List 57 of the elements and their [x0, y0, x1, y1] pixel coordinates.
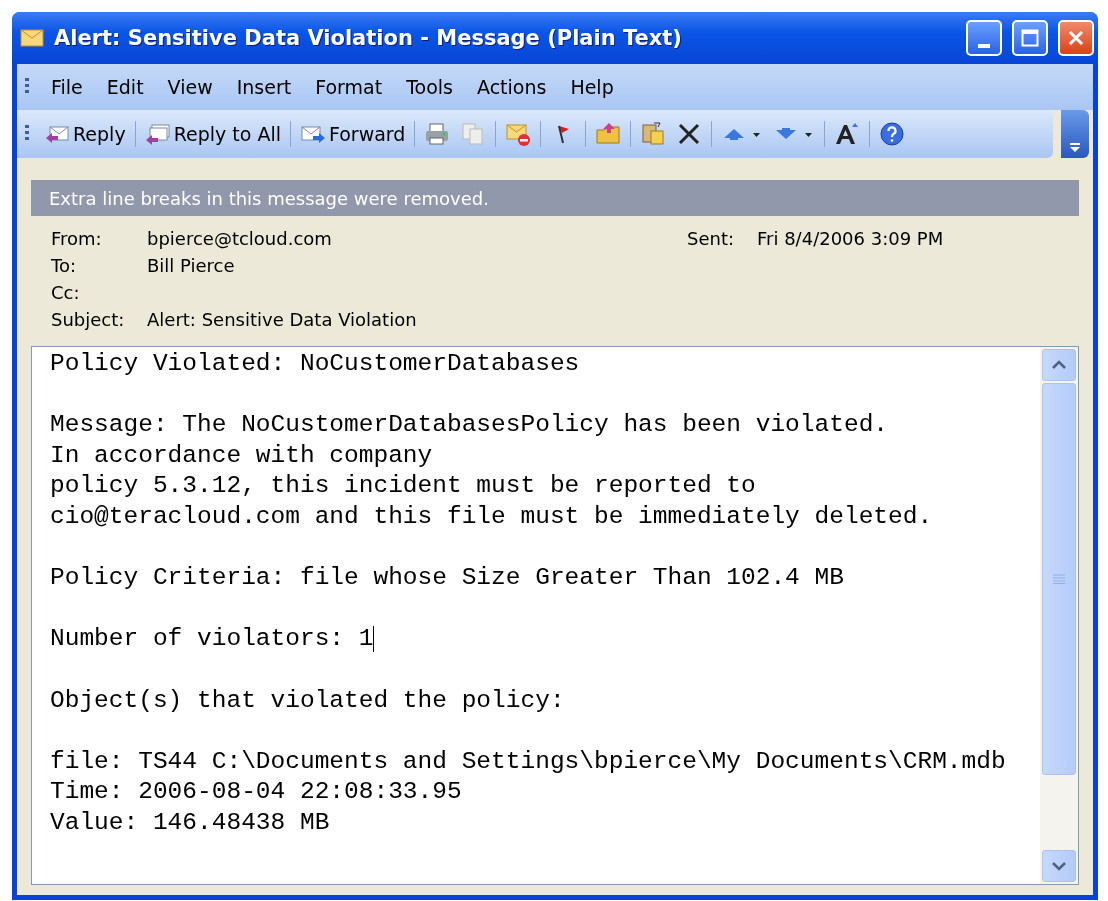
- message-text: policy 5.3.12, this incident must be reported to: [50, 471, 757, 502]
- message-text: Policy Criteria: file whose Size Greater Than 102.4 MB: [50, 563, 845, 594]
- sent-date: Fri 8/4/2006 3:09 PM: [757, 228, 945, 249]
- chevron-icon: [1069, 142, 1081, 152]
- menu-item[interactable]: Help: [558, 72, 626, 102]
- menu-item[interactable]: Edit: [94, 72, 156, 102]
- reply-all-button[interactable]: Reply to All: [139, 118, 286, 150]
- toolbar-options-button[interactable]: [1061, 110, 1089, 158]
- message-text: Object(s) that violated the policy:: [50, 685, 566, 716]
- message-text: Message: The NoCustomerDatabasesPolicy has been violated.: [50, 410, 890, 441]
- recipient-name: Bill Pierce: [147, 255, 236, 276]
- menu-item[interactable]: Insert: [224, 72, 304, 102]
- info-bar: Extra line breaks in this message were removed.: [31, 180, 1079, 216]
- message-text: In accordance with company: [50, 440, 434, 471]
- field-label: Sent:: [687, 228, 736, 249]
- message-text: Value: 146.48438 MB: [50, 807, 331, 838]
- grip-icon: [25, 78, 29, 96]
- message-text: cio@teracloud.com and this file must be immediately deleted.: [50, 501, 934, 532]
- maximize-button[interactable]: [1012, 20, 1048, 56]
- field-label: Subject:: [51, 309, 126, 330]
- forward-button[interactable]: Forward: [294, 118, 411, 150]
- envelope-icon: [505, 121, 532, 147]
- envelope-icon: [20, 29, 44, 47]
- clipboard-icon: [640, 121, 667, 147]
- minimize-button[interactable]: [966, 20, 1002, 56]
- down-chevron-icon: [1051, 861, 1067, 871]
- close-button[interactable]: [1058, 20, 1094, 56]
- grip-icon: [1053, 574, 1065, 584]
- sender-address: bpierce@tcloud.com: [147, 228, 333, 249]
- menu-item[interactable]: Actions: [464, 72, 559, 102]
- help-icon: [879, 121, 906, 147]
- maximize-icon: [1021, 29, 1039, 47]
- menu-item[interactable]: File: [39, 72, 95, 102]
- menu-item[interactable]: Tools: [394, 72, 465, 102]
- folder-icon: [595, 121, 622, 147]
- grip-icon: [25, 125, 29, 143]
- field-label: Cc:: [51, 282, 81, 303]
- printer-icon: [424, 121, 451, 147]
- menu-item[interactable]: View: [155, 72, 225, 102]
- scrollbar-thumb[interactable]: [1042, 383, 1076, 775]
- minimize-icon: [978, 44, 990, 48]
- message-text: Policy Violated: NoCustomerDatabases: [50, 349, 581, 379]
- up-chevron-icon: [1051, 360, 1067, 370]
- reply-all-icon: [144, 121, 171, 147]
- window-title: Alert: Sensitive Data Violation - Message (Plain Text): [54, 26, 683, 50]
- subject-text: Alert: Sensitive Data Violation: [147, 309, 418, 330]
- message-text: file: TS44 C:\Documents and Settings\bpierce\My Documents\CRM.mdb: [50, 746, 1007, 777]
- font-size-icon: [834, 121, 861, 147]
- message-text: Number of violators: 1: [50, 624, 376, 655]
- scroll-down-button[interactable]: [1042, 850, 1076, 882]
- close-icon: [1067, 29, 1085, 47]
- message-text: Time: 2006-08-04 22:08:33.95: [50, 777, 463, 808]
- field-label: From:: [51, 228, 103, 249]
- reply-button[interactable]: Reply: [39, 118, 131, 150]
- scroll-up-button[interactable]: [1042, 349, 1076, 381]
- field-label: To:: [51, 255, 77, 276]
- menu-item[interactable]: Format: [303, 72, 395, 102]
